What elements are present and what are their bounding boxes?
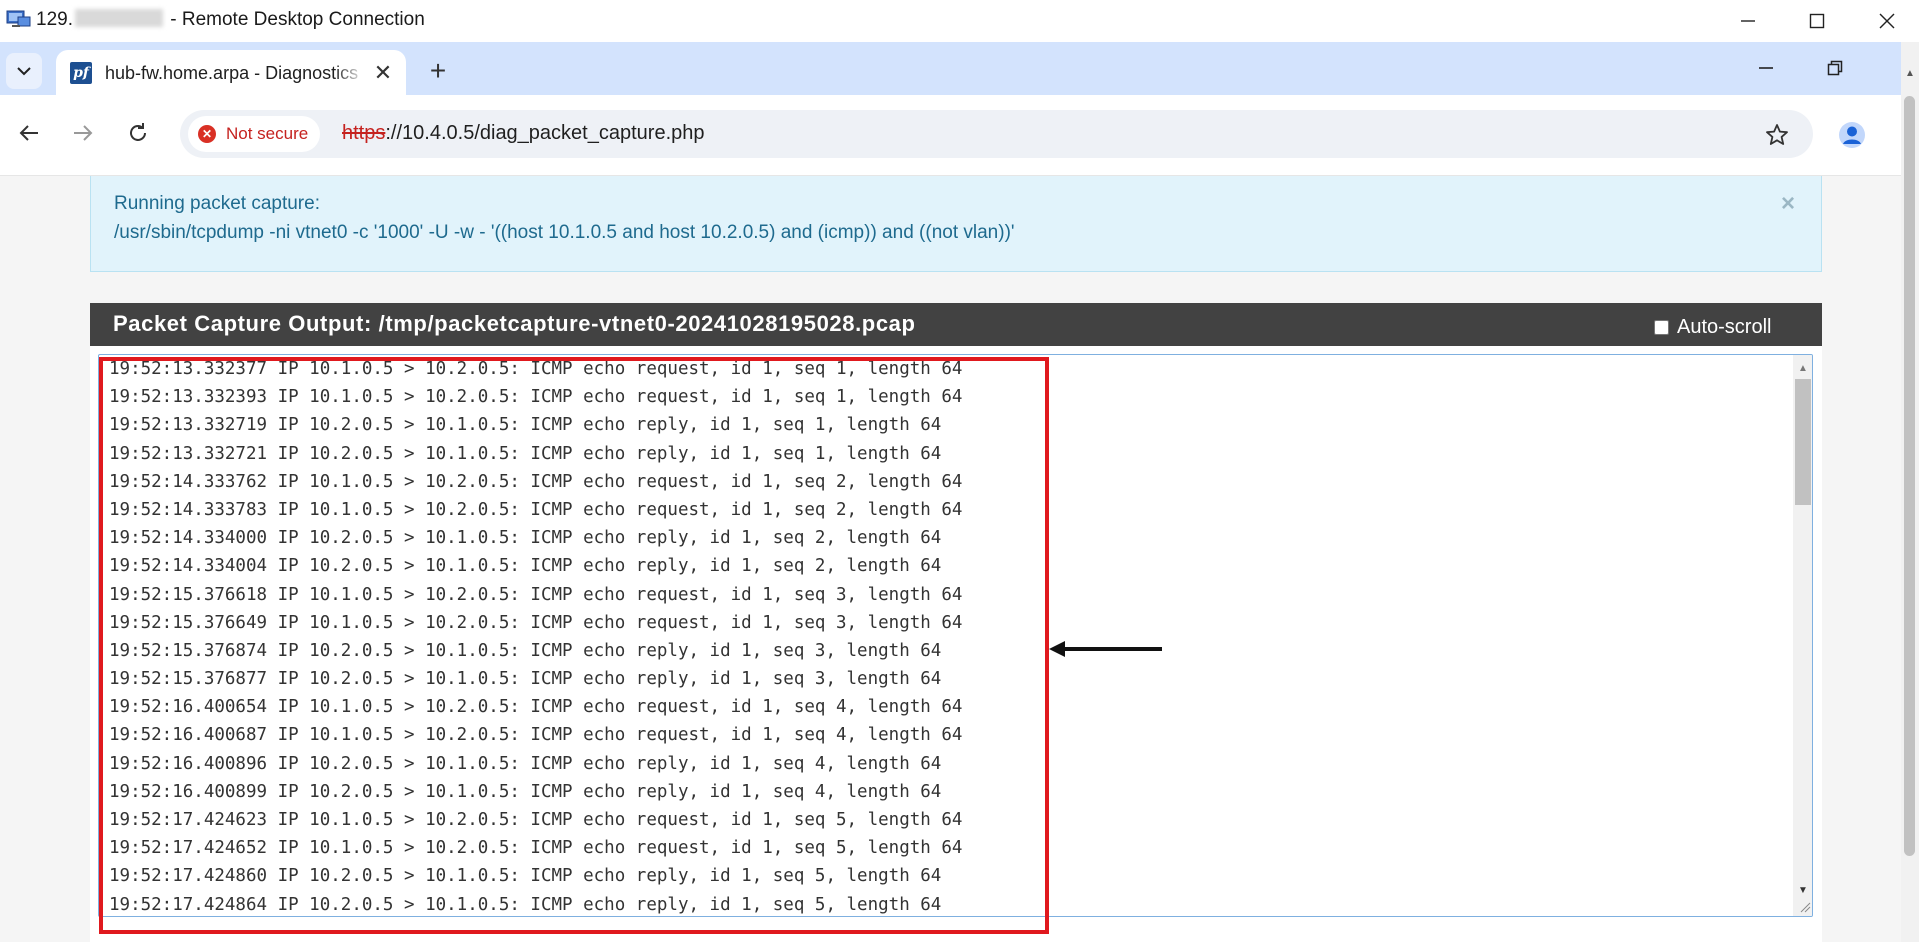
- page-scrollbar[interactable]: ▲: [1901, 42, 1919, 942]
- tab-title: hub-fw.home.arpa - Diagnostics: [105, 63, 359, 83]
- tab-strip: pf hub-fw.home.arpa - Diagnostics ✕ +: [0, 42, 1901, 95]
- minimize-icon: [1759, 67, 1773, 69]
- url-text[interactable]: https://10.4.0.5/diag_packet_capture.php: [342, 122, 705, 145]
- back-button[interactable]: [9, 113, 49, 153]
- capture-line: 19:52:17.424652 IP 10.1.0.5 > 10.2.0.5: …: [109, 838, 963, 859]
- star-icon: [1766, 124, 1788, 145]
- autoscroll-checkbox[interactable]: [1654, 320, 1669, 335]
- scroll-down-arrow-icon[interactable]: ▼: [1798, 885, 1808, 896]
- capture-line: 19:52:15.376649 IP 10.1.0.5 > 10.2.0.5: …: [109, 612, 963, 633]
- capture-line: 19:52:16.400687 IP 10.1.0.5 > 10.2.0.5: …: [109, 725, 963, 746]
- redacted-ip: [74, 9, 163, 27]
- rdp-maximize-button[interactable]: [1788, 0, 1846, 42]
- rdp-title-prefix: 129.: [36, 9, 73, 30]
- reload-button[interactable]: [118, 113, 158, 153]
- remote-desktop-icon: [6, 10, 31, 27]
- resize-grip-icon[interactable]: [1799, 901, 1811, 913]
- capture-output-textarea[interactable]: 19:52:13.332377 IP 10.1.0.5 > 10.2.0.5: …: [98, 354, 1813, 917]
- pfsense-favicon-icon: pf: [70, 62, 92, 84]
- back-arrow-icon: [19, 125, 38, 141]
- arrow-left-icon: [1049, 641, 1162, 657]
- rdp-window-title: 129. - Remote Desktop Connection: [36, 9, 425, 31]
- capture-line: 19:52:17.424860 IP 10.2.0.5 > 10.1.0.5: …: [109, 866, 942, 887]
- new-tab-button[interactable]: +: [420, 53, 456, 89]
- capture-line: 19:52:13.332393 IP 10.1.0.5 > 10.2.0.5: …: [109, 387, 963, 408]
- panel-header: Packet Capture Output: /tmp/packetcaptur…: [90, 303, 1822, 346]
- rdp-close-button[interactable]: [1858, 0, 1916, 42]
- profile-button[interactable]: [1834, 117, 1870, 153]
- browser-toolbar: ✕ Not secure https://10.4.0.5/diag_packe…: [0, 95, 1901, 176]
- capture-line: 19:52:16.400896 IP 10.2.0.5 > 10.1.0.5: …: [109, 753, 942, 774]
- capture-line: 19:52:14.333762 IP 10.1.0.5 > 10.2.0.5: …: [109, 471, 963, 492]
- info-alert: Running packet capture: /usr/sbin/tcpdum…: [90, 176, 1822, 272]
- rdp-minimize-button[interactable]: [1719, 0, 1777, 42]
- url-rest: ://10.4.0.5/diag_packet_capture.php: [385, 122, 705, 144]
- address-bar[interactable]: ✕ Not secure https://10.4.0.5/diag_packe…: [180, 110, 1813, 158]
- chevron-down-icon: [17, 67, 31, 76]
- capture-line: 19:52:14.334004 IP 10.2.0.5 > 10.1.0.5: …: [109, 556, 942, 577]
- capture-output-panel: Packet Capture Output: /tmp/packetcaptur…: [90, 303, 1822, 942]
- capture-line: 19:52:13.332377 IP 10.1.0.5 > 10.2.0.5: …: [109, 359, 963, 379]
- tab-search-button[interactable]: [6, 53, 42, 89]
- page-scroll-thumb[interactable]: [1904, 96, 1915, 856]
- output-lines: 19:52:13.332377 IP 10.1.0.5 > 10.2.0.5: …: [109, 355, 963, 916]
- capture-line: 19:52:14.334000 IP 10.2.0.5 > 10.1.0.5: …: [109, 528, 942, 549]
- maximize-icon: [1809, 13, 1825, 29]
- capture-line: 19:52:15.376618 IP 10.1.0.5 > 10.2.0.5: …: [109, 584, 963, 605]
- security-label: Not secure: [226, 124, 309, 143]
- profile-icon: [1839, 122, 1865, 148]
- tab-diagnostics[interactable]: pf hub-fw.home.arpa - Diagnostics ✕: [56, 50, 406, 95]
- capture-line: 19:52:17.424864 IP 10.2.0.5 > 10.1.0.5: …: [109, 894, 942, 915]
- panel-title: Packet Capture Output: /tmp/packetcaptur…: [113, 311, 916, 336]
- capture-line: 19:52:15.376877 IP 10.2.0.5 > 10.1.0.5: …: [109, 669, 942, 690]
- capture-line: 19:52:13.332719 IP 10.2.0.5 > 10.1.0.5: …: [109, 415, 942, 436]
- alert-heading: Running packet capture:: [114, 193, 320, 214]
- tab-close-button[interactable]: ✕: [370, 60, 396, 86]
- browser-minimize-button[interactable]: [1741, 48, 1791, 88]
- alert-command: /usr/sbin/tcpdump -ni vtnet0 -c '1000' -…: [114, 222, 1015, 243]
- reload-icon: [130, 123, 146, 141]
- alert-close-button[interactable]: ×: [1781, 190, 1795, 218]
- autoscroll-label: Auto-scroll: [1677, 316, 1772, 338]
- security-chip[interactable]: ✕ Not secure: [188, 116, 321, 152]
- capture-line: 19:52:16.400899 IP 10.2.0.5 > 10.1.0.5: …: [109, 781, 942, 802]
- bookmark-button[interactable]: [1762, 120, 1792, 150]
- capture-line: 19:52:13.332721 IP 10.2.0.5 > 10.1.0.5: …: [109, 443, 942, 464]
- capture-line: 19:52:15.376874 IP 10.2.0.5 > 10.1.0.5: …: [109, 640, 942, 661]
- warning-x-icon: ✕: [198, 125, 216, 143]
- forward-arrow-icon: [74, 125, 93, 141]
- minimize-icon: [1741, 20, 1755, 22]
- url-scheme: https: [342, 122, 386, 144]
- output-scrollbar[interactable]: ▲ ▼: [1793, 355, 1812, 916]
- autoscroll-toggle[interactable]: Auto-scroll: [1654, 316, 1771, 339]
- capture-line: 19:52:16.400654 IP 10.1.0.5 > 10.2.0.5: …: [109, 697, 963, 718]
- restore-icon: [1827, 60, 1843, 76]
- page-scroll-up-icon[interactable]: ▲: [1905, 68, 1915, 79]
- rdp-title-suffix: - Remote Desktop Connection: [170, 9, 425, 30]
- rdp-title-bar: 129. - Remote Desktop Connection: [0, 0, 1919, 42]
- close-icon: [1879, 13, 1895, 29]
- capture-line: 19:52:14.333783 IP 10.1.0.5 > 10.2.0.5: …: [109, 499, 963, 520]
- forward-button[interactable]: [63, 113, 103, 153]
- scroll-thumb[interactable]: [1795, 379, 1811, 505]
- scroll-up-arrow-icon[interactable]: ▲: [1798, 363, 1808, 374]
- page-content: Running packet capture: /usr/sbin/tcpdum…: [0, 176, 1901, 942]
- browser-restore-button[interactable]: [1810, 48, 1860, 88]
- capture-line: 19:52:17.424623 IP 10.1.0.5 > 10.2.0.5: …: [109, 810, 963, 830]
